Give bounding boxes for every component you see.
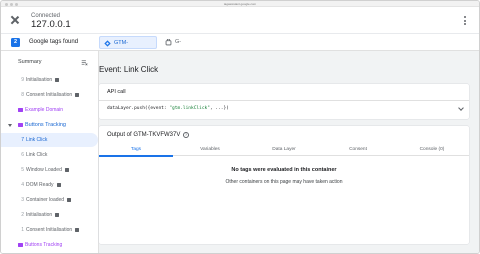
empty-state-subtitle: Other containers on this page may have t… — [225, 179, 343, 185]
output-title: Output of GTM-TKVFW37V — [107, 132, 181, 138]
event-type-icon — [56, 182, 61, 187]
divider — [99, 100, 469, 101]
tags-found-label: Google tags found — [29, 39, 79, 45]
group-label: Buttons Tracking — [25, 122, 66, 128]
event-type-icon — [55, 77, 60, 82]
event-title: Event: Link Click — [99, 65, 159, 74]
sidebar-event-link-click-7[interactable]: 7 Link Click — [1, 133, 98, 147]
api-call-card[interactable]: API call dataLayer.push({event: "gtm.lin… — [99, 84, 469, 119]
event-type-icon — [55, 212, 60, 217]
page-icon — [18, 123, 23, 127]
tab-tags[interactable]: Tags — [99, 143, 173, 157]
sidebar-event-link-click-6[interactable]: 6 Link Click — [1, 148, 98, 162]
output-tabs: Tags Variables Data Layer Consent Consol… — [99, 143, 469, 157]
summary-row[interactable]: Summary — [1, 57, 98, 69]
sidebar-page-buttons-tracking[interactable]: Buttons Tracking — [1, 239, 98, 251]
help-icon[interactable]: ? — [183, 132, 189, 138]
tab-console[interactable]: Console (0) — [395, 143, 469, 156]
tag-assistant-window: tagassistant.google.com Connected 127.0.… — [0, 0, 480, 254]
sidebar-event-container-loaded-3[interactable]: 3 Container loaded — [1, 193, 98, 207]
event-label: Link Click — [26, 152, 48, 158]
tags-found-bar: 2 Google tags found GTM-TKVFW37V G-PQ1LP… — [1, 33, 479, 59]
api-call-title: API call — [107, 89, 126, 95]
tags-count-badge: 2 — [11, 38, 20, 47]
event-number: 4 — [21, 182, 24, 188]
connection-address: 127.0.0.1 — [31, 19, 71, 30]
event-number: 2 — [21, 212, 24, 218]
event-sidebar: Summary 9 Initialisation 8 Consent Initi… — [1, 51, 98, 253]
sidebar-group-buttons-tracking[interactable]: Buttons Tracking — [1, 119, 98, 131]
event-label: Initialisation — [26, 77, 53, 83]
event-number: 6 — [21, 152, 24, 158]
event-number: 9 — [21, 77, 24, 83]
sidebar-event-consent-initialisation-8[interactable]: 8 Consent Initialisation — [1, 88, 98, 102]
event-type-icon — [67, 197, 72, 202]
code-string: "gtm.linkClick" — [169, 106, 210, 111]
event-label: DOM Ready — [26, 182, 54, 188]
sidebar-event-dom-ready-4[interactable]: 4 DOM Ready — [1, 178, 98, 192]
close-icon[interactable] — [10, 15, 20, 25]
sidebar-event-initialisation-9[interactable]: 9 Initialisation — [1, 73, 98, 87]
api-call-code: dataLayer.push({event: "gtm.linkClick", … — [107, 106, 229, 111]
event-number: 8 — [21, 92, 24, 98]
sidebar-event-initialisation-2[interactable]: 2 Initialisation — [1, 208, 98, 222]
empty-state-title: No tags were evaluated in this container — [231, 167, 337, 173]
event-label: Consent Initialisation — [26, 92, 73, 98]
sidebar-event-window-loaded-5[interactable]: 5 Window Loaded — [1, 163, 98, 177]
event-number: 3 — [21, 197, 24, 203]
event-label: Window Loaded — [26, 167, 62, 173]
more-options-icon[interactable] — [464, 16, 467, 27]
event-detail-panel: Event: Link Click API call dataLayer.pus… — [99, 51, 479, 253]
event-label: Container loaded — [26, 197, 65, 203]
event-label: Consent Initialisation — [26, 227, 73, 233]
summary-label: Summary — [18, 59, 42, 65]
event-label: Initialisation — [26, 212, 53, 218]
page-label: Example Domain — [25, 107, 64, 113]
tab-variables[interactable]: Variables — [173, 143, 247, 156]
tab-data-layer[interactable]: Data Layer — [247, 143, 321, 156]
event-number: 5 — [21, 167, 24, 173]
event-type-icon — [75, 92, 80, 97]
app-header: Connected 127.0.0.1 — [1, 7, 479, 33]
event-number: 1 — [21, 227, 24, 233]
clear-list-icon[interactable] — [81, 59, 88, 66]
sidebar-page-example-domain[interactable]: Example Domain — [1, 104, 98, 116]
code-text: dataLayer.push({event: — [107, 106, 170, 111]
chevron-down-icon[interactable] — [8, 123, 12, 127]
event-type-icon — [64, 167, 69, 172]
event-label: Link Click — [26, 137, 48, 143]
page-icon — [18, 243, 23, 247]
event-type-icon — [75, 227, 80, 232]
sidebar-event-consent-initialisation-1[interactable]: 1 Consent Initialisation — [1, 223, 98, 237]
gtm-tag-icon — [104, 40, 111, 47]
chevron-down-icon[interactable] — [458, 105, 464, 111]
event-number: 7 — [21, 137, 24, 143]
page-label: Buttons Tracking — [25, 242, 63, 248]
page-icon — [18, 108, 23, 112]
tag-chip-ga[interactable]: G-PQ1LPBXQZF — [161, 36, 219, 58]
ga-tag-icon — [165, 39, 172, 46]
tag-chip-gtm[interactable]: GTM-TKVFW37V — [99, 36, 157, 59]
output-card: Output of GTM-TKVFW37V ? Tags Variables … — [99, 126, 469, 244]
tab-consent[interactable]: Consent — [321, 143, 395, 156]
code-text: , ...}) — [209, 106, 229, 111]
